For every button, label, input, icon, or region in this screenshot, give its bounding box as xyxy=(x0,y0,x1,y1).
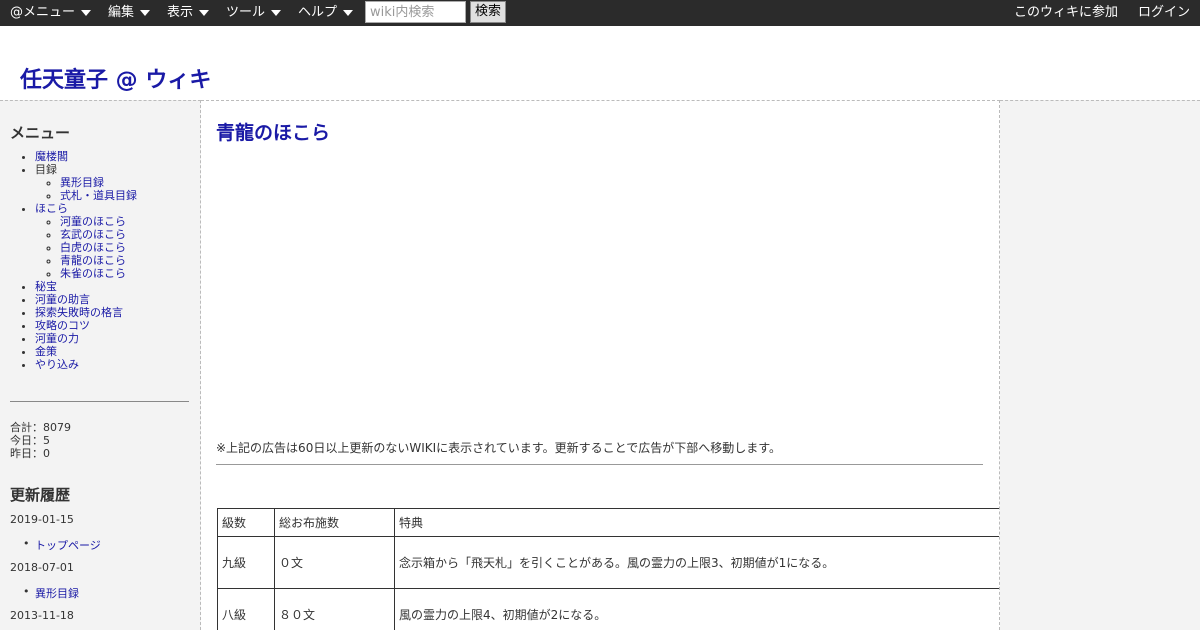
list-item: 探索失敗時の格言 xyxy=(35,306,137,319)
sidebar-item-kappa-shrine[interactable]: 河童のほこら xyxy=(60,215,126,228)
counter-yesterday: 昨日：0 xyxy=(10,447,50,460)
table-row: 八級 ８０文 風の霊力の上限4、初期値が2になる。 xyxy=(217,588,999,630)
list-item: 玄武のほこら xyxy=(60,228,137,241)
caret-down-icon xyxy=(199,9,210,16)
table-cell: 念示箱から「飛天札」を引くことがある。風の霊力の上限3、初期値が1になる。 xyxy=(394,536,999,589)
tools-menu-label: ツール xyxy=(226,5,266,20)
edit-menu-dropdown[interactable]: 編集 xyxy=(108,0,151,26)
join-wiki-link[interactable]: このウィキに参加 xyxy=(1014,0,1118,26)
recent-changes-heading: 更新履歴 xyxy=(10,486,71,504)
table-header-cell: 総お布施数 xyxy=(274,508,395,537)
list-item: 河童の力 xyxy=(35,332,137,345)
view-menu-dropdown[interactable]: 表示 xyxy=(167,0,210,26)
recent-page-link[interactable]: 異形目録 xyxy=(35,587,79,600)
ad-notice: ※上記の広告は60日以上更新のないWIKIに表示されています。更新することで広告… xyxy=(216,441,782,455)
sidebar-item-monster-catalog[interactable]: 異形目録 xyxy=(60,176,104,189)
list-item: 金策 xyxy=(35,345,137,358)
page-title[interactable]: 青龍のほこら xyxy=(216,118,330,145)
sidebar-item-byakko-shrine[interactable]: 白虎のほこら xyxy=(60,241,126,254)
table-cell: ０文 xyxy=(274,536,395,589)
list-item: ほこら 河童のほこら 玄武のほこら 白虎のほこら 青龍のほこら 朱雀のほこら xyxy=(35,202,137,280)
table-cell: 風の霊力の上限4、初期値が2になる。 xyxy=(394,588,999,630)
counter-today: 今日：5 xyxy=(10,434,50,447)
wiki-search-input[interactable] xyxy=(365,1,466,23)
sidebar-item-suzaku-shrine[interactable]: 朱雀のほこら xyxy=(60,267,126,280)
list-item: 青龍のほこら xyxy=(60,254,137,267)
list-item: やり込み xyxy=(35,358,137,371)
rank-table: 級数 総お布施数 特典 九級 ０文 念示箱から「飛天札」を引くことがある。風の霊… xyxy=(217,508,999,630)
table-header-cell: 級数 xyxy=(217,508,275,537)
search-button[interactable]: 検索 xyxy=(470,1,506,23)
sidebar-item-extras[interactable]: やり込み xyxy=(35,358,79,371)
list-item: 目録 異形目録 式札・道具目録 xyxy=(35,163,137,202)
list-item: 秘宝 xyxy=(35,280,137,293)
sidebar-item-seiryu-shrine[interactable]: 青龍のほこら xyxy=(60,254,126,267)
sidebar-item-genbu-shrine[interactable]: 玄武のほこら xyxy=(60,228,126,241)
view-menu-label: 表示 xyxy=(167,5,194,20)
login-link[interactable]: ログイン xyxy=(1138,0,1190,26)
help-menu-label: ヘルプ xyxy=(298,5,338,20)
list-item: 河童のほこら xyxy=(60,215,137,228)
right-sidebar xyxy=(1000,100,1200,630)
sidebar-item-failure-maxims[interactable]: 探索失敗時の格言 xyxy=(35,306,123,319)
table-cell: ８０文 xyxy=(274,588,395,630)
sidebar-item-kappa-advice[interactable]: 河童の助言 xyxy=(35,293,90,306)
caret-down-icon xyxy=(81,9,92,16)
sidebar-submenu: 異形目録 式札・道具目録 xyxy=(60,176,137,202)
list-item: 攻略のコツ xyxy=(35,319,137,332)
at-menu-label: @メニュー xyxy=(10,5,76,20)
main-content: 青龍のほこら ※上記の広告は60日以上更新のないWIKIに表示されています。更新… xyxy=(201,100,1000,630)
list-item: 式札・道具目録 xyxy=(60,189,137,202)
recent-date: 2019-01-15 xyxy=(10,513,74,526)
left-sidebar: メニュー 魔楼閣 目録 異形目録 式札・道具目録 ほこら 河童のほこら 玄武のほ… xyxy=(0,100,201,630)
sidebar-menu-list: 魔楼閣 目録 異形目録 式札・道具目録 ほこら 河童のほこら 玄武のほこら 白虎… xyxy=(35,150,137,371)
recent-date: 2013-11-18 xyxy=(10,609,74,622)
list-item: 河童の助言 xyxy=(35,293,137,306)
counter-total: 合計：8079 xyxy=(10,421,71,434)
list-item: 朱雀のほこら xyxy=(60,267,137,280)
table-header-row: 級数 総お布施数 特典 xyxy=(217,508,999,537)
sidebar-divider xyxy=(10,401,189,402)
menu-heading: メニュー xyxy=(10,124,71,142)
content-divider xyxy=(216,464,983,465)
site-title-link[interactable]: 任天童子 @ ウィキ xyxy=(20,62,211,94)
table-cell: 九級 xyxy=(217,536,275,589)
sidebar-item-money[interactable]: 金策 xyxy=(35,345,57,358)
recent-item: 異形目録 xyxy=(23,585,79,601)
list-item: 魔楼閣 xyxy=(35,150,137,163)
help-menu-dropdown[interactable]: ヘルプ xyxy=(298,0,354,26)
sidebar-item-kappa-power[interactable]: 河童の力 xyxy=(35,332,79,345)
table-row: 九級 ０文 念示箱から「飛天札」を引くことがある。風の霊力の上限3、初期値が1に… xyxy=(217,536,999,589)
caret-down-icon xyxy=(343,9,354,16)
table-cell: 八級 xyxy=(217,588,275,630)
sidebar-submenu: 河童のほこら 玄武のほこら 白虎のほこら 青龍のほこら 朱雀のほこら xyxy=(60,215,137,280)
caret-down-icon xyxy=(271,9,282,16)
recent-page-link[interactable]: トップページ xyxy=(35,539,101,552)
top-navigation-bar: @メニュー 編集 表示 ツール ヘルプ 検索 このウィキに参加 ログイン xyxy=(0,0,1200,26)
caret-down-icon xyxy=(140,9,151,16)
sidebar-item-catalog: 目録 xyxy=(35,163,57,176)
recent-item: トップページ xyxy=(23,537,101,553)
table-header-cell: 特典 xyxy=(394,508,999,537)
recent-date: 2018-07-01 xyxy=(10,561,74,574)
at-menu-dropdown[interactable]: @メニュー xyxy=(10,0,92,26)
sidebar-item-shrines[interactable]: ほこら xyxy=(35,202,68,215)
sidebar-item-strategy-tips[interactable]: 攻略のコツ xyxy=(35,319,90,332)
sidebar-item-matoukaku[interactable]: 魔楼閣 xyxy=(35,150,68,163)
list-item: 白虎のほこら xyxy=(60,241,137,254)
access-counter: 合計：8079 今日：5 昨日：0 xyxy=(10,421,71,460)
list-item: 異形目録 xyxy=(60,176,137,189)
sidebar-item-treasures[interactable]: 秘宝 xyxy=(35,280,57,293)
tools-menu-dropdown[interactable]: ツール xyxy=(226,0,282,26)
edit-menu-label: 編集 xyxy=(108,5,135,20)
sidebar-item-item-catalog[interactable]: 式札・道具目録 xyxy=(60,189,137,202)
